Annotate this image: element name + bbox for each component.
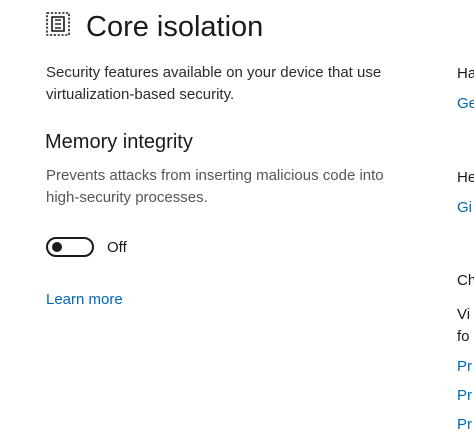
page-title: Core isolation (86, 11, 264, 43)
right-side-panel: Ha Ge He Gi Ch Vi fo Pr Pr Pr (457, 0, 474, 448)
learn-more-link[interactable]: Learn more (46, 290, 123, 310)
toggle-state-label: Off (107, 239, 127, 256)
memory-integrity-description: Prevents attacks from inserting maliciou… (46, 167, 384, 206)
memory-integrity-toggle[interactable] (46, 237, 94, 257)
right-section1-heading: Ha (457, 65, 474, 82)
right-section2-link[interactable]: Gi (457, 198, 472, 218)
core-isolation-chip-icon (46, 12, 70, 36)
toggle-knob (52, 242, 62, 252)
right-section3-heading: Ch (457, 272, 474, 289)
right-section2-heading: He (457, 169, 474, 186)
right-section3-link2[interactable]: Pr (457, 386, 472, 406)
right-section3-link1[interactable]: Pr (457, 357, 472, 377)
right-section1-link[interactable]: Ge (457, 94, 474, 114)
right-section3-text-line1: Vi (457, 306, 471, 323)
memory-integrity-heading: Memory integrity (45, 131, 193, 153)
right-section3-link3[interactable]: Pr (457, 415, 472, 435)
right-section3-text-line2: fo (457, 328, 470, 345)
page-description: Security features available on your devi… (46, 64, 382, 103)
